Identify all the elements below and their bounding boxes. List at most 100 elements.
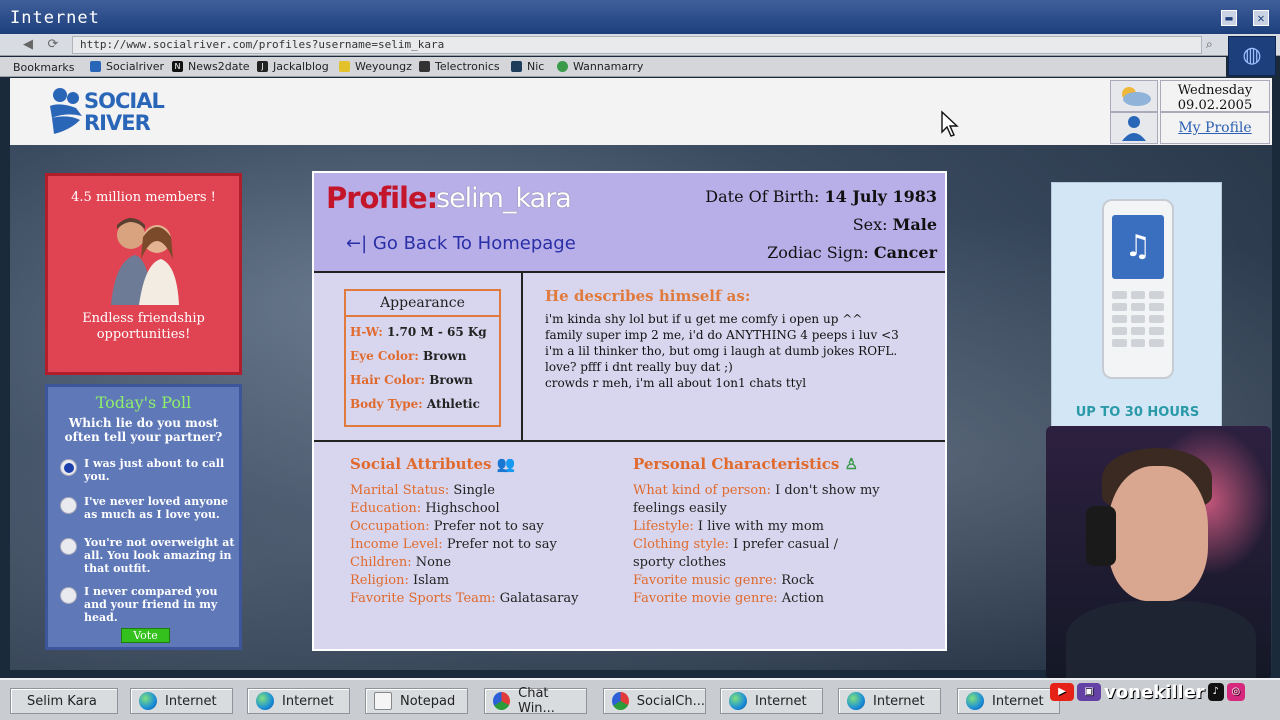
date-of-birth: Date Of Birth: 14 July 1983 — [705, 187, 937, 206]
window-title: Internet — [10, 8, 100, 28]
attribute-row: Occupation: Prefer not to say — [350, 518, 620, 536]
attribute-row: Education: Highschool — [350, 500, 620, 518]
logo-line-1: SOCIAL — [84, 89, 165, 113]
ad-headline: 4.5 million members ! — [71, 190, 216, 205]
todays-poll: Today's Poll Which lie do you most often… — [45, 384, 242, 650]
taskbar-item-label: SocialCh... — [636, 693, 705, 709]
person-icon: ♙ — [844, 455, 859, 473]
globe-icon — [256, 692, 274, 710]
taskbar-item-socialchat[interactable]: SocialCh... — [603, 688, 706, 714]
attribute-row: Favorite Sports Team: Galatasaray — [350, 590, 620, 608]
zodiac-label: Zodiac Sign: — [767, 243, 869, 262]
taskbar-item-internet[interactable]: Internet — [247, 688, 350, 714]
profile-label: Profile: — [326, 181, 438, 215]
taskbar-item-internet[interactable]: Internet — [957, 688, 1060, 714]
webcam-overlay — [1046, 426, 1271, 680]
bookmarks-bar: Bookmarks Socialriver N News2date J Jackal… — [0, 57, 1226, 77]
radio-selected[interactable] — [60, 459, 77, 476]
back-to-homepage-link[interactable]: ←| Go Back To Homepage — [346, 233, 576, 254]
refresh-icon[interactable]: ⟳ — [43, 37, 63, 53]
bookmark-label: Socialriver — [106, 60, 164, 73]
globe-icon — [966, 692, 984, 710]
attribute-row: Lifestyle: I live with my mom — [633, 518, 883, 536]
youtube-icon: ▶ — [1050, 683, 1074, 701]
phone-ad[interactable]: ♫ UP TO 30 HOURS — [1051, 182, 1222, 432]
user-widget[interactable] — [1110, 112, 1158, 144]
attribute-row: Religion: Islam — [350, 572, 620, 590]
socialriver-icon — [90, 61, 101, 72]
browser-globe-icon: ◍ — [1228, 36, 1276, 76]
bookmark-nic[interactable]: Nic — [511, 60, 544, 73]
bookmark-label: Jackalblog — [273, 60, 329, 73]
taskbar-item-notepad[interactable]: Notepad — [365, 688, 468, 714]
taskbar-item-internet[interactable]: Internet — [130, 688, 233, 714]
address-bar: ◀ ⟳ http://www.socialriver.com/profiles?… — [0, 34, 1280, 56]
zodiac-sign: Zodiac Sign: Cancer — [767, 243, 937, 262]
ad-tagline: Endless friendship opportunities! — [82, 311, 205, 342]
taskbar-item-label: Internet — [873, 693, 925, 709]
logo-text: SOCIAL RIVER — [84, 89, 165, 135]
sex-value: Male — [892, 215, 937, 234]
taskbar-item-internet[interactable]: Internet — [720, 688, 823, 714]
mouse-cursor-icon — [941, 110, 959, 137]
bookmark-telectronics[interactable]: Telectronics — [419, 60, 500, 73]
bookmark-socialriver[interactable]: Socialriver — [90, 60, 164, 73]
logo-line-2: RIVER — [84, 111, 151, 135]
bookmark-jackalblog[interactable]: J Jackalblog — [257, 60, 329, 73]
socialriver-logo[interactable]: SOCIAL RIVER — [46, 86, 170, 140]
site-header: SOCIAL RIVER Wednesday 09.02.2005 My Pro… — [10, 78, 1272, 145]
attribute-row: Income Level: Prefer not to say — [350, 536, 620, 554]
my-profile-link[interactable]: My Profile — [1160, 112, 1270, 144]
globe-icon — [729, 692, 747, 710]
attribute-key: Religion: — [350, 573, 409, 588]
radio-unselected[interactable] — [60, 538, 77, 555]
radio-unselected[interactable] — [60, 497, 77, 514]
bookmark-news2date[interactable]: N News2date — [172, 60, 250, 73]
date-value: 09.02.2005 — [1177, 98, 1253, 113]
taskbar-item-chat[interactable]: Chat Win... — [484, 686, 587, 716]
description-line: family super imp 2 me, i'd do ANYTHING 4… — [545, 328, 899, 342]
close-button[interactable]: ✕ — [1253, 10, 1269, 26]
attribute-key: Income Level: — [350, 537, 443, 552]
appearance-row: Body Type: Athletic — [350, 397, 480, 411]
appearance-key: H-W: — [350, 325, 383, 339]
poll-option-label: I was just about to call you. — [84, 457, 225, 483]
description-line: i'm a lil thinker tho, but omg i laugh a… — [545, 344, 898, 358]
bookmark-wannamarry[interactable]: Wannamarry — [557, 60, 643, 73]
members-ad[interactable]: 4.5 million members ! Endless friendship… — [45, 173, 242, 375]
vote-button[interactable]: Vote — [121, 628, 170, 643]
attribute-key: Marital Status: — [350, 483, 450, 498]
taskbar-item-label: Chat Win... — [518, 686, 555, 716]
attribute-value: Highschool — [425, 501, 500, 516]
attribute-key: Education: — [350, 501, 422, 516]
url-input[interactable]: http://www.socialriver.com/profiles?user… — [72, 36, 1202, 54]
divider — [314, 271, 945, 273]
minimize-button[interactable]: ▬ — [1221, 10, 1237, 26]
profile-panel: Profile: selim_kara ←| Go Back To Homepa… — [312, 171, 947, 651]
twitch-icon: ▣ — [1077, 683, 1101, 701]
instagram-icon: ◎ — [1226, 683, 1245, 701]
start-button[interactable]: Selim Kara — [10, 688, 118, 714]
poll-title: Today's Poll — [95, 393, 192, 412]
globe-icon — [139, 692, 157, 710]
streamer-handle: vonekiller — [1104, 681, 1205, 703]
radio-unselected[interactable] — [60, 587, 77, 604]
attribute-value: I live with my mom — [697, 519, 824, 534]
weather-cloud-icon — [1122, 87, 1151, 106]
keypad — [1112, 291, 1164, 347]
window-titlebar: Internet ▬ ✕ — [0, 0, 1280, 34]
bookmarks-label: Bookmarks — [13, 61, 75, 74]
appearance-value: Athletic — [426, 397, 480, 411]
description-line: crowds r meh, i'm all about 1on1 chats t… — [545, 376, 807, 390]
attribute-value: Rock — [781, 573, 815, 588]
section-title-text: Personal Characteristics — [633, 455, 840, 473]
search-icon[interactable]: ⌕ — [1206, 37, 1224, 53]
taskbar-item-label: Notepad — [400, 693, 456, 709]
back-arrow-icon[interactable]: ◀ — [18, 37, 38, 53]
blog-icon: J — [257, 61, 268, 72]
taskbar-item-internet[interactable]: Internet — [838, 688, 941, 714]
taskbar-item-label: Internet — [992, 693, 1044, 709]
bookmark-weyoungz[interactable]: Weyoungz — [339, 60, 412, 73]
bookmark-label: Wannamarry — [573, 60, 644, 73]
attribute-row: Marital Status: Single — [350, 482, 620, 500]
